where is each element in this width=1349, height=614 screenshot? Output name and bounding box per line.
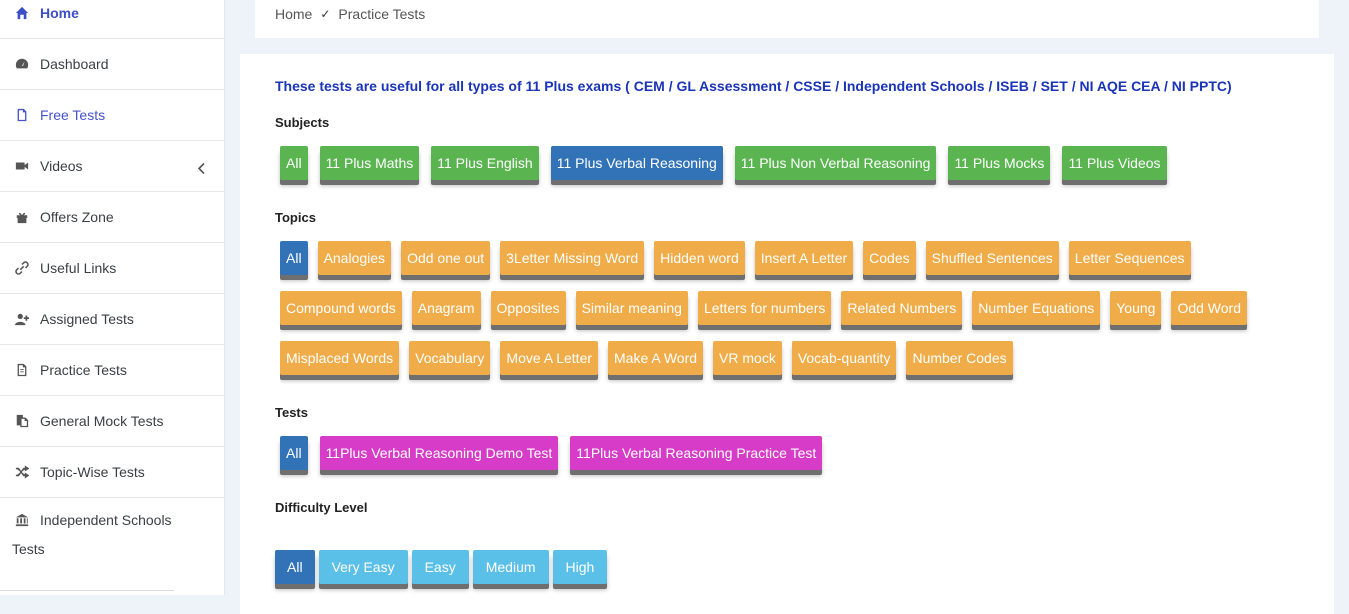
sidebar-item-home[interactable]: Home <box>0 0 224 39</box>
breadcrumb-current: Practice Tests <box>338 6 426 22</box>
sidebar-item-label: Topic-Wise Tests <box>40 464 145 480</box>
topic-button[interactable]: Similar meaning <box>575 291 688 325</box>
topic-button[interactable]: Anagram <box>411 291 481 325</box>
sidebar-item-label: Independent Schools <box>40 512 172 528</box>
dashboard-icon <box>12 56 32 72</box>
sidebar: Home Dashboard Free Tests Videos Offers … <box>0 0 225 595</box>
topic-button[interactable]: Odd one out <box>401 241 491 275</box>
difficulty-filter: All Very Easy Easy Medium High <box>275 550 611 600</box>
copy-icon <box>12 413 32 429</box>
shuffle-icon <box>12 464 32 480</box>
topic-button[interactable]: Letters for numbers <box>697 291 832 325</box>
topic-button[interactable]: Letter Sequences <box>1068 241 1191 275</box>
subject-verbal-reasoning-button[interactable]: 11 Plus Verbal Reasoning <box>550 146 723 180</box>
topic-button[interactable]: Opposites <box>490 291 566 325</box>
home-icon <box>12 5 32 21</box>
user-plus-icon <box>12 311 32 327</box>
subjects-heading: Subjects <box>275 115 330 130</box>
breadcrumb-separator-icon: ✓ <box>320 7 331 21</box>
sidebar-item-general-mock-tests[interactable]: General Mock Tests <box>0 396 224 447</box>
gift-icon <box>12 209 32 225</box>
sidebar-item-free-tests[interactable]: Free Tests <box>0 90 224 141</box>
subject-english-button[interactable]: 11 Plus English <box>431 146 539 180</box>
sidebar-item-videos[interactable]: Videos <box>0 141 224 192</box>
topic-button[interactable]: Move A Letter <box>500 341 599 375</box>
sidebar-item-label-line2: Tests <box>12 541 45 557</box>
sidebar-item-useful-links[interactable]: Useful Links <box>0 243 224 294</box>
topic-button[interactable]: Shuffled Sentences <box>925 241 1059 275</box>
sidebar-item-label: Free Tests <box>40 107 106 123</box>
topics-filter: All Analogies Odd one out 3Letter Missin… <box>280 241 1280 384</box>
subject-videos-button[interactable]: 11 Plus Videos <box>1062 146 1167 180</box>
sidebar-item-independent-schools-tests[interactable]: Independent Schools Tests <box>0 498 224 557</box>
subject-maths-button[interactable]: 11 Plus Maths <box>319 146 420 180</box>
difficulty-easy-button[interactable]: Easy <box>411 550 469 584</box>
topic-button[interactable]: Number Codes <box>906 341 1013 375</box>
topic-button[interactable]: Hidden word <box>654 241 745 275</box>
sidebar-item-label: Useful Links <box>40 260 117 276</box>
sidebar-item-offers-zone[interactable]: Offers Zone <box>0 192 224 243</box>
test-all-button[interactable]: All <box>280 436 308 470</box>
difficulty-high-button[interactable]: High <box>552 550 608 584</box>
topic-button[interactable]: VR mock <box>713 341 782 375</box>
subject-all-button[interactable]: All <box>280 146 308 180</box>
sidebar-item-label: Practice Tests <box>40 362 127 378</box>
tests-heading: Tests <box>275 405 308 420</box>
topic-button[interactable]: Analogies <box>317 241 392 275</box>
topic-button[interactable]: Insert A Letter <box>754 241 854 275</box>
difficulty-very-easy-button[interactable]: Very Easy <box>318 550 408 584</box>
sidebar-item-topic-wise-tests[interactable]: Topic-Wise Tests <box>0 447 224 498</box>
topic-button[interactable]: Codes <box>863 241 916 275</box>
divider <box>0 590 174 591</box>
topic-button[interactable]: Odd Word <box>1171 291 1247 325</box>
tests-filter: All 11Plus Verbal Reasoning Demo Test 11… <box>280 436 834 486</box>
topic-button[interactable]: Compound words <box>280 291 402 325</box>
video-icon <box>12 158 32 174</box>
topic-button[interactable]: Young <box>1110 291 1162 325</box>
file-icon <box>12 107 32 123</box>
sidebar-item-label: Dashboard <box>40 56 109 72</box>
topic-button[interactable]: Related Numbers <box>841 291 963 325</box>
topic-button[interactable]: 3Letter Missing Word <box>500 241 645 275</box>
intro-text: These tests are useful for all types of … <box>275 78 1232 94</box>
sidebar-item-label: Offers Zone <box>40 209 114 225</box>
subjects-filter: All 11 Plus Maths 11 Plus English 11 Plu… <box>280 146 1179 196</box>
sidebar-item-label: General Mock Tests <box>40 413 164 429</box>
topic-button[interactable]: Vocab-quantity <box>791 341 897 375</box>
topic-all-button[interactable]: All <box>280 241 308 275</box>
sidebar-item-practice-tests[interactable]: Practice Tests <box>0 345 224 396</box>
topics-heading: Topics <box>275 210 316 225</box>
sidebar-item-dashboard[interactable]: Dashboard <box>0 39 224 90</box>
test-demo-button[interactable]: 11Plus Verbal Reasoning Demo Test <box>319 436 559 470</box>
topic-button[interactable]: Misplaced Words <box>280 341 400 375</box>
difficulty-heading: Difficulty Level <box>275 500 368 515</box>
document-icon <box>12 362 32 378</box>
main-panel: These tests are useful for all types of … <box>240 54 1334 614</box>
chevron-left-icon[interactable] <box>197 162 206 175</box>
breadcrumb-home-link[interactable]: Home <box>275 6 312 22</box>
topic-button[interactable]: Number Equations <box>972 291 1101 325</box>
difficulty-all-button[interactable]: All <box>275 550 315 584</box>
sidebar-item-label: Videos <box>40 158 83 174</box>
difficulty-medium-button[interactable]: Medium <box>472 550 549 584</box>
bank-icon <box>12 512 32 528</box>
sidebar-item-label: Home <box>40 5 79 21</box>
link-icon <box>12 260 32 276</box>
topic-button[interactable]: Make A Word <box>608 341 704 375</box>
breadcrumb: Home ✓ Practice Tests <box>255 0 1319 38</box>
sidebar-item-label: Assigned Tests <box>40 311 134 327</box>
subject-mocks-button[interactable]: 11 Plus Mocks <box>948 146 1051 180</box>
topic-button[interactable]: Vocabulary <box>409 341 491 375</box>
sidebar-item-assigned-tests[interactable]: Assigned Tests <box>0 294 224 345</box>
subject-non-verbal-reasoning-button[interactable]: 11 Plus Non Verbal Reasoning <box>734 146 937 180</box>
test-practice-button[interactable]: 11Plus Verbal Reasoning Practice Test <box>570 436 823 470</box>
